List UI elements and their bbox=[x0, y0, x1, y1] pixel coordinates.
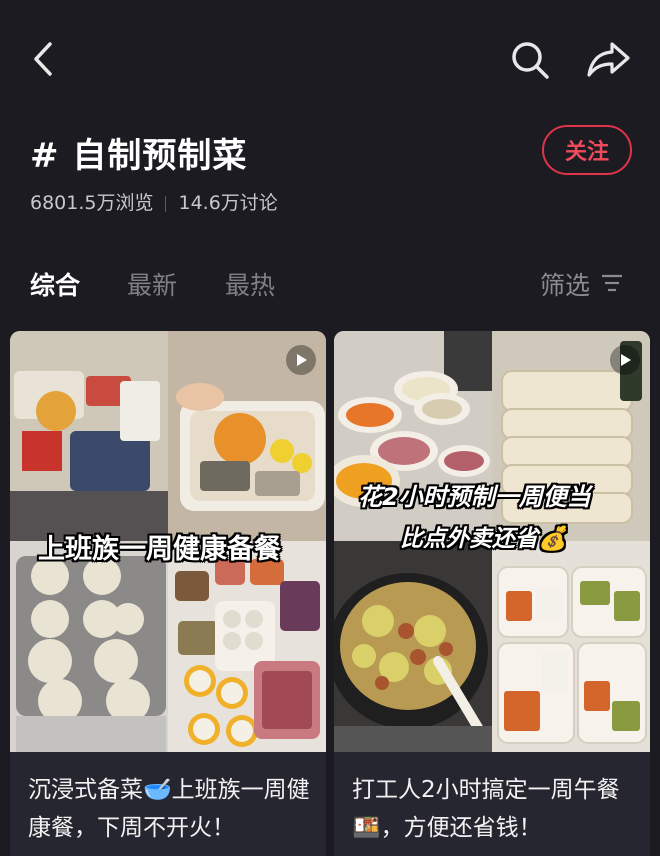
post-title: 沉浸式备菜🥣上班族一周健康餐，下周不开火！ bbox=[28, 777, 310, 841]
filter-label: 筛选 bbox=[540, 271, 591, 300]
thumbnail-caption: 上班族一周健康备餐 bbox=[38, 534, 281, 565]
play-icon bbox=[610, 345, 640, 375]
follow-button[interactable]: 关注 bbox=[542, 125, 632, 175]
thumbnail-caption-line2: 比点外卖还省💰 bbox=[400, 526, 567, 552]
tab-hottest[interactable]: 最热 bbox=[225, 266, 275, 302]
discussion-count: 14.6万讨论 bbox=[178, 192, 278, 214]
thumbnail-caption-line1: 花2小时预制一周便当 bbox=[358, 483, 591, 511]
post-card-lunch-prep[interactable]: 花2小时预制一周便当 比点外卖还省💰 打工人2小时搞定一周午餐🍱，方便还省钱！ bbox=[334, 331, 650, 856]
stats-divider bbox=[165, 195, 167, 212]
tab-comprehensive[interactable]: 综合 bbox=[30, 266, 80, 302]
filter-icon bbox=[590, 270, 624, 299]
share-icon[interactable] bbox=[584, 38, 632, 80]
back-arrow-icon[interactable] bbox=[26, 38, 60, 80]
topic-stats: 6801.5万浏览 14.6万讨论 bbox=[30, 188, 278, 215]
bento-emoji: 🍱 bbox=[352, 815, 381, 841]
search-icon[interactable] bbox=[508, 38, 552, 82]
play-icon bbox=[286, 345, 316, 375]
top-bar bbox=[0, 0, 660, 120]
filter-button[interactable]: 筛选 bbox=[540, 266, 624, 302]
views-count: 6801.5万浏览 bbox=[30, 192, 154, 214]
topic-title: # 自制预制菜 bbox=[30, 136, 248, 176]
salad-bowl-emoji: 🥣 bbox=[143, 777, 172, 803]
post-card-meal-prep[interactable]: 上班族一周健康备餐 沉浸式备菜🥣上班族一周健康餐，下周不开火！ bbox=[10, 331, 326, 856]
tab-latest[interactable]: 最新 bbox=[127, 266, 177, 302]
post-title: 打工人2小时搞定一周午餐🍱，方便还省钱！ bbox=[352, 777, 620, 841]
money-bag-emoji: 💰 bbox=[538, 526, 567, 552]
